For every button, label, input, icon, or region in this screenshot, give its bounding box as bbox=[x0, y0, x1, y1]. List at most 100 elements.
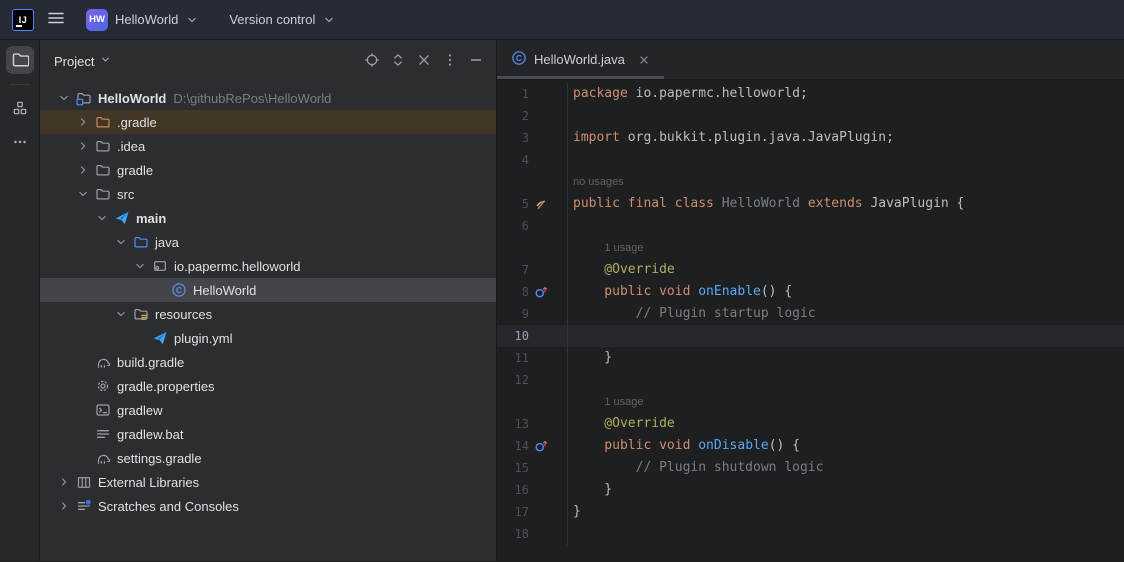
minecraft-plugin-gutter-icon[interactable] bbox=[529, 198, 565, 211]
project-view-selector[interactable]: Project bbox=[54, 53, 112, 69]
code-line-10[interactable]: 10 bbox=[497, 325, 1124, 347]
tree-item-scratches-and-consoles[interactable]: Scratches and Consoles bbox=[40, 494, 496, 518]
folder-excluded-icon bbox=[95, 114, 111, 130]
intellij-logo-text: IJ bbox=[19, 15, 28, 25]
overrides-method-gutter-icon[interactable] bbox=[529, 285, 565, 299]
kebab-icon bbox=[442, 52, 458, 71]
chevron-spacer bbox=[151, 282, 167, 298]
editor-gutter: 14 bbox=[497, 435, 568, 457]
overrides-method-gutter-icon[interactable] bbox=[529, 439, 565, 453]
code-line-16[interactable]: 16 } bbox=[497, 479, 1124, 501]
chevron-down-icon bbox=[185, 13, 199, 27]
tree-item-label: plugin.yml bbox=[174, 331, 233, 346]
tree-item-helloworld[interactable]: HelloWorld D:\githubRePos\HelloWorld bbox=[40, 86, 496, 110]
sidebar-structure-button[interactable] bbox=[6, 95, 34, 123]
class-icon: C bbox=[171, 282, 187, 298]
tree-item-settings-gradle[interactable]: settings.gradle bbox=[40, 446, 496, 470]
code-line-17[interactable]: 17} bbox=[497, 501, 1124, 523]
inlay-hint-row[interactable]: no usages bbox=[497, 171, 1124, 193]
sidebar-more-button[interactable] bbox=[6, 129, 34, 157]
code-line-text: // Plugin startup logic bbox=[568, 303, 816, 325]
tree-item-helloworld[interactable]: CHelloWorld bbox=[40, 278, 496, 302]
tree-item--gradle[interactable]: .gradle bbox=[40, 110, 496, 134]
project-panel-header: Project bbox=[40, 40, 496, 82]
line-number: 11 bbox=[497, 351, 529, 365]
chevron-right-icon[interactable] bbox=[75, 162, 91, 178]
inlay-hint-row[interactable]: 1 usage bbox=[497, 391, 1124, 413]
tree-item-label: gradlew.bat bbox=[117, 427, 184, 442]
chevron-down-icon[interactable] bbox=[113, 306, 129, 322]
code-line-5[interactable]: 5public final class HelloWorld extends J… bbox=[497, 193, 1124, 215]
code-line-3[interactable]: 3import org.bukkit.plugin.java.JavaPlugi… bbox=[497, 127, 1124, 149]
code-line-2[interactable]: 2 bbox=[497, 105, 1124, 127]
stripe-divider bbox=[10, 84, 30, 85]
tree-item-gradlew[interactable]: gradlew bbox=[40, 398, 496, 422]
code-line-13[interactable]: 13 @Override bbox=[497, 413, 1124, 435]
code-line-text: public void onDisable() { bbox=[568, 435, 800, 457]
code-line-15[interactable]: 15 // Plugin shutdown logic bbox=[497, 457, 1124, 479]
tree-item-label: io.papermc.helloworld bbox=[174, 259, 300, 274]
tree-item-path: D:\githubRePos\HelloWorld bbox=[173, 91, 331, 106]
tree-item--idea[interactable]: .idea bbox=[40, 134, 496, 158]
project-badge: HW bbox=[86, 9, 108, 31]
tree-item-label: gradlew bbox=[117, 403, 163, 418]
tree-item-label: gradle bbox=[117, 163, 153, 178]
tree-item-resources[interactable]: resources bbox=[40, 302, 496, 326]
tree-item-gradle-properties[interactable]: gradle.properties bbox=[40, 374, 496, 398]
terminal-icon bbox=[95, 402, 111, 418]
code-editor[interactable]: 1package io.papermc.helloworld;23import … bbox=[497, 80, 1124, 561]
tree-item-external-libraries[interactable]: External Libraries bbox=[40, 470, 496, 494]
code-line-18[interactable]: 18 bbox=[497, 523, 1124, 545]
tree-item-label: .gradle bbox=[117, 115, 157, 130]
tree-item-main[interactable]: main bbox=[40, 206, 496, 230]
tree-item-gradlew-bat[interactable]: gradlew.bat bbox=[40, 422, 496, 446]
inlay-hint-text: no usages bbox=[568, 171, 624, 193]
vcs-widget[interactable]: Version control bbox=[221, 8, 344, 31]
tree-item-src[interactable]: src bbox=[40, 182, 496, 206]
code-line-11[interactable]: 11 } bbox=[497, 347, 1124, 369]
code-line-9[interactable]: 9 // Plugin startup logic bbox=[497, 303, 1124, 325]
code-line-1[interactable]: 1package io.papermc.helloworld; bbox=[497, 83, 1124, 105]
text-file-icon bbox=[95, 426, 111, 442]
tree-item-build-gradle[interactable]: build.gradle bbox=[40, 350, 496, 374]
tree-item-plugin-yml[interactable]: plugin.yml bbox=[40, 326, 496, 350]
expand-all-button[interactable] bbox=[386, 49, 410, 73]
code-line-12[interactable]: 12 bbox=[497, 369, 1124, 391]
tree-item-io-papermc-helloworld[interactable]: io.papermc.helloworld bbox=[40, 254, 496, 278]
line-number: 15 bbox=[497, 461, 529, 475]
tree-item-java[interactable]: java bbox=[40, 230, 496, 254]
line-number: 4 bbox=[497, 153, 529, 167]
chevron-right-icon[interactable] bbox=[75, 138, 91, 154]
code-line-14[interactable]: 14 public void onDisable() { bbox=[497, 435, 1124, 457]
main-menu-button[interactable] bbox=[42, 6, 70, 34]
editor-tab-helloworld-java[interactable]: C HelloWorld.java bbox=[497, 40, 664, 79]
tree-item-label: HelloWorld bbox=[98, 91, 166, 106]
code-line-8[interactable]: 8 public void onEnable() { bbox=[497, 281, 1124, 303]
sidebar-project-button[interactable] bbox=[6, 46, 34, 74]
code-line-6[interactable]: 6 bbox=[497, 215, 1124, 237]
tree-item-gradle[interactable]: gradle bbox=[40, 158, 496, 182]
chevron-down-icon[interactable] bbox=[75, 186, 91, 202]
locate-button[interactable] bbox=[360, 49, 384, 73]
chevron-down-icon[interactable] bbox=[132, 258, 148, 274]
chevron-down-icon[interactable] bbox=[56, 90, 72, 106]
code-line-4[interactable]: 4 bbox=[497, 149, 1124, 171]
project-widget[interactable]: HW HelloWorld bbox=[78, 5, 207, 35]
line-number: 6 bbox=[497, 219, 529, 233]
hide-button[interactable] bbox=[464, 49, 488, 73]
collapse-all-button[interactable] bbox=[412, 49, 436, 73]
chevron-down-icon[interactable] bbox=[113, 234, 129, 250]
chevron-down-icon[interactable] bbox=[94, 210, 110, 226]
chevron-right-icon[interactable] bbox=[56, 474, 72, 490]
editor-gutter: 11 bbox=[497, 347, 568, 369]
tree-item-label: main bbox=[136, 211, 166, 226]
more-button[interactable] bbox=[438, 49, 462, 73]
chevron-right-icon[interactable] bbox=[75, 114, 91, 130]
inlay-hint-row[interactable]: 1 usage bbox=[497, 237, 1124, 259]
svg-text:C: C bbox=[176, 285, 182, 295]
ellipsis-h-icon bbox=[12, 134, 28, 153]
close-icon[interactable] bbox=[636, 52, 652, 68]
chevron-right-icon[interactable] bbox=[56, 498, 72, 514]
code-line-7[interactable]: 7 @Override bbox=[497, 259, 1124, 281]
line-number: 8 bbox=[497, 285, 529, 299]
